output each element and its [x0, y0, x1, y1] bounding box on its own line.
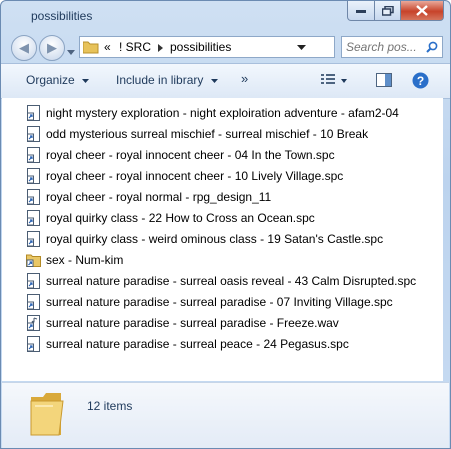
folder-shortcut-icon — [26, 254, 41, 267]
include-in-library-label: Include in library — [116, 73, 204, 87]
preview-pane-button[interactable] — [376, 73, 392, 90]
folder-icon — [83, 41, 99, 54]
chevron-down-icon — [210, 78, 218, 83]
shortcut-icon — [27, 210, 40, 226]
minimize-icon — [356, 9, 366, 13]
address-bar[interactable]: « ! SRC possibilities ⇆ — [79, 36, 407, 58]
file-name: odd mysterious surreal mischief - surrea… — [46, 127, 369, 141]
search-icon[interactable] — [426, 41, 438, 53]
breadcrumb-overflow[interactable]: « — [104, 40, 111, 54]
shortcut-icon — [27, 126, 40, 142]
shortcut-icon — [27, 105, 40, 121]
view-dropdown-icon[interactable] — [341, 79, 347, 83]
explorer-window: possibilities ◀ ▶ « ! SRC possibilities … — [0, 0, 451, 449]
svg-text:?: ? — [417, 74, 424, 88]
file-name: royal cheer - royal normal - rpg_design_… — [46, 190, 272, 204]
file-name: royal quirky class - weird ominous class… — [46, 232, 384, 246]
file-name: royal cheer - royal innocent cheer - 04 … — [46, 148, 335, 162]
close-icon — [416, 5, 428, 16]
file-name: royal quirky class - 22 How to Cross an … — [46, 211, 315, 225]
breadcrumb-separator-icon[interactable] — [158, 44, 163, 52]
breadcrumb-src[interactable]: ! SRC — [119, 40, 151, 54]
more-commands-button[interactable]: » — [241, 71, 248, 86]
list-item[interactable]: royal quirky class - weird ominous class… — [26, 229, 383, 249]
list-item[interactable]: royal quirky class - 22 How to Cross an … — [26, 208, 315, 228]
address-row: ◀ ▶ « ! SRC possibilities ⇆ — [1, 31, 450, 63]
file-name: night mystery exploration - night exploi… — [46, 106, 399, 120]
maximize-button[interactable] — [375, 1, 401, 21]
file-name: surreal nature paradise - surreal paradi… — [46, 295, 393, 309]
chevron-down-icon — [82, 78, 90, 83]
shortcut-icon — [27, 189, 40, 205]
list-item[interactable]: sex - Num-kim — [26, 250, 123, 270]
list-item[interactable]: royal cheer - royal innocent cheer - 04 … — [26, 145, 335, 165]
chevron-down-icon — [67, 50, 75, 55]
recent-pages-dropdown[interactable] — [67, 44, 75, 58]
help-button[interactable]: ? — [412, 72, 429, 92]
list-item[interactable]: surreal nature paradise - surreal oasis … — [26, 271, 416, 291]
address-dropdown-icon[interactable] — [297, 45, 306, 50]
help-icon: ? — [412, 72, 429, 89]
file-name: sex - Num-kim — [46, 253, 124, 267]
list-item[interactable]: surreal nature paradise - surreal paradi… — [26, 292, 393, 312]
breadcrumb-possibilities[interactable]: possibilities — [170, 40, 231, 54]
back-arrow-icon: ◀ — [19, 40, 29, 55]
shortcut-icon — [27, 294, 40, 310]
include-in-library-menu[interactable]: Include in library — [116, 73, 218, 87]
shortcut-icon — [27, 273, 40, 289]
organize-menu[interactable]: Organize — [26, 73, 90, 87]
file-name: surreal nature paradise - surreal paradi… — [46, 316, 339, 330]
search-box — [341, 36, 443, 58]
shortcut-icon — [27, 147, 40, 163]
shortcut-icon — [27, 168, 40, 184]
shortcut-icon — [27, 336, 40, 352]
list-item[interactable]: surreal nature paradise - surreal peace … — [26, 334, 349, 354]
file-name: surreal nature paradise - surreal oasis … — [46, 274, 417, 288]
details-pane: 12 items — [2, 382, 449, 448]
restore-icon — [381, 5, 394, 16]
folder-icon — [30, 393, 64, 436]
back-button[interactable]: ◀ — [11, 35, 37, 61]
change-view-button[interactable] — [321, 73, 337, 88]
list-item[interactable]: royal cheer - royal innocent cheer - 10 … — [26, 166, 343, 186]
view-options-icon — [321, 74, 335, 84]
close-button[interactable] — [401, 1, 444, 21]
audio-shortcut-icon — [27, 315, 40, 331]
list-item[interactable]: royal cheer - royal normal - rpg_design_… — [26, 187, 271, 207]
list-item[interactable]: surreal nature paradise - surreal paradi… — [26, 313, 339, 333]
file-name: royal cheer - royal innocent cheer - 10 … — [46, 169, 344, 183]
file-name: surreal nature paradise - surreal peace … — [46, 337, 349, 351]
list-item[interactable]: odd mysterious surreal mischief - surrea… — [26, 124, 368, 144]
item-count: 12 items — [87, 399, 133, 413]
forward-button[interactable]: ▶ — [39, 35, 65, 61]
preview-pane-icon — [376, 73, 392, 87]
file-list: night mystery exploration - night exploi… — [2, 98, 443, 381]
search-input[interactable] — [346, 39, 422, 54]
shortcut-icon — [27, 231, 40, 247]
command-bar: Organize Include in library » ? — [1, 63, 450, 99]
caption-buttons — [347, 1, 444, 21]
minimize-button[interactable] — [347, 1, 375, 21]
window-title: possibilities — [31, 9, 93, 23]
list-item[interactable]: night mystery exploration - night exploi… — [26, 103, 399, 123]
organize-label: Organize — [26, 73, 75, 87]
forward-arrow-icon: ▶ — [47, 40, 57, 55]
title-bar[interactable]: possibilities — [1, 1, 450, 31]
